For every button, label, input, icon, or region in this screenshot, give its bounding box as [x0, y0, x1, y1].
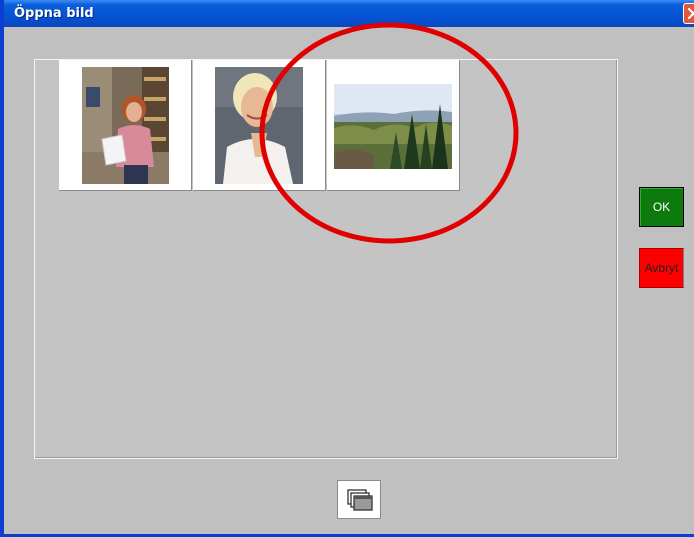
forest-landscape-photo: [334, 84, 452, 169]
dialog-window: Öppna bild OK Avbryt: [0, 0, 694, 537]
thumbnail-1[interactable]: [59, 60, 192, 191]
thumbnail-2[interactable]: [193, 60, 326, 191]
thumbnail-3[interactable]: [327, 60, 460, 191]
stacked-windows-icon: [347, 489, 373, 511]
window-title: Öppna bild: [14, 6, 94, 21]
close-icon: [687, 7, 694, 20]
close-button[interactable]: [683, 3, 694, 24]
woman-holding-paper-photo: [82, 67, 169, 184]
smiling-woman-portrait-photo: [215, 67, 303, 184]
browse-button[interactable]: [337, 480, 381, 519]
cancel-button[interactable]: Avbryt: [639, 248, 684, 288]
title-bar[interactable]: Öppna bild: [4, 0, 694, 27]
image-gallery[interactable]: [34, 59, 618, 459]
ok-button[interactable]: OK: [639, 187, 684, 227]
